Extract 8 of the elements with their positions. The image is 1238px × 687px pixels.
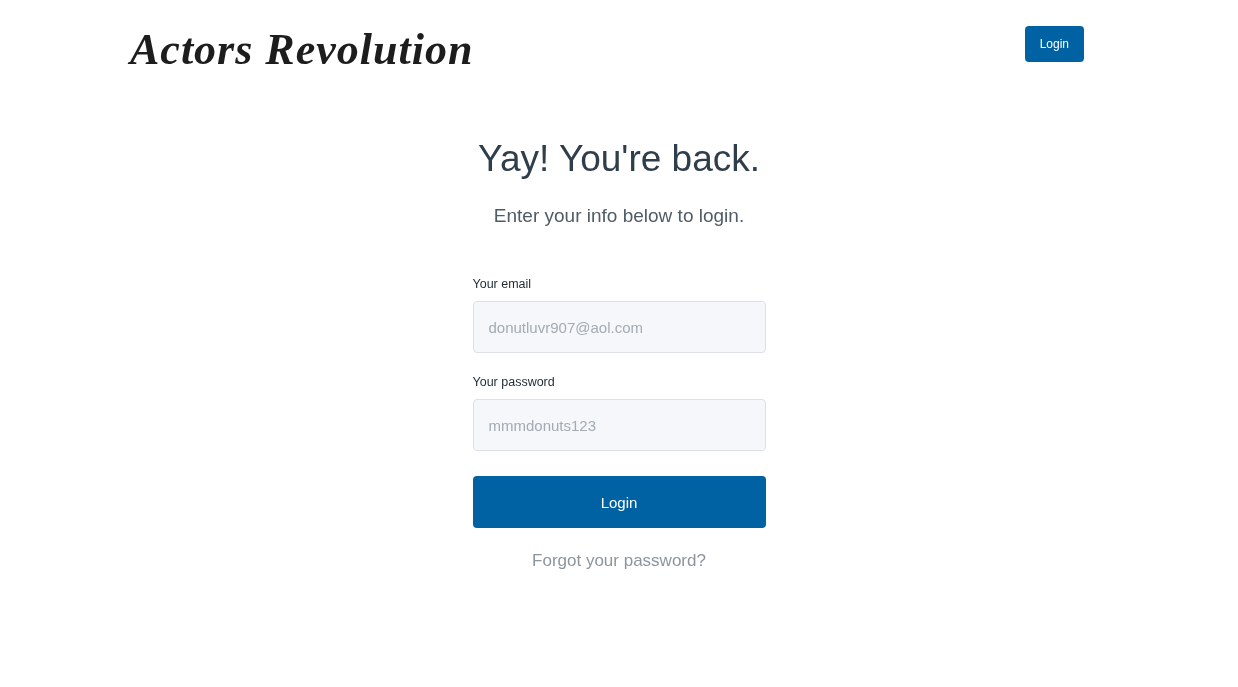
field-label: Your password: [472, 375, 556, 389]
login-button[interactable]: Login: [472, 476, 766, 528]
input-field[interactable]: mmmdonuts123: [472, 399, 766, 451]
login-button[interactable]: Login: [1024, 26, 1084, 62]
subtitle: Enter your info below to login.: [493, 205, 745, 227]
input-field[interactable]: donutluvr907@aol.com: [472, 301, 766, 353]
field-label: Your email: [472, 277, 533, 291]
page-title: Yay! You're back.: [478, 138, 760, 180]
